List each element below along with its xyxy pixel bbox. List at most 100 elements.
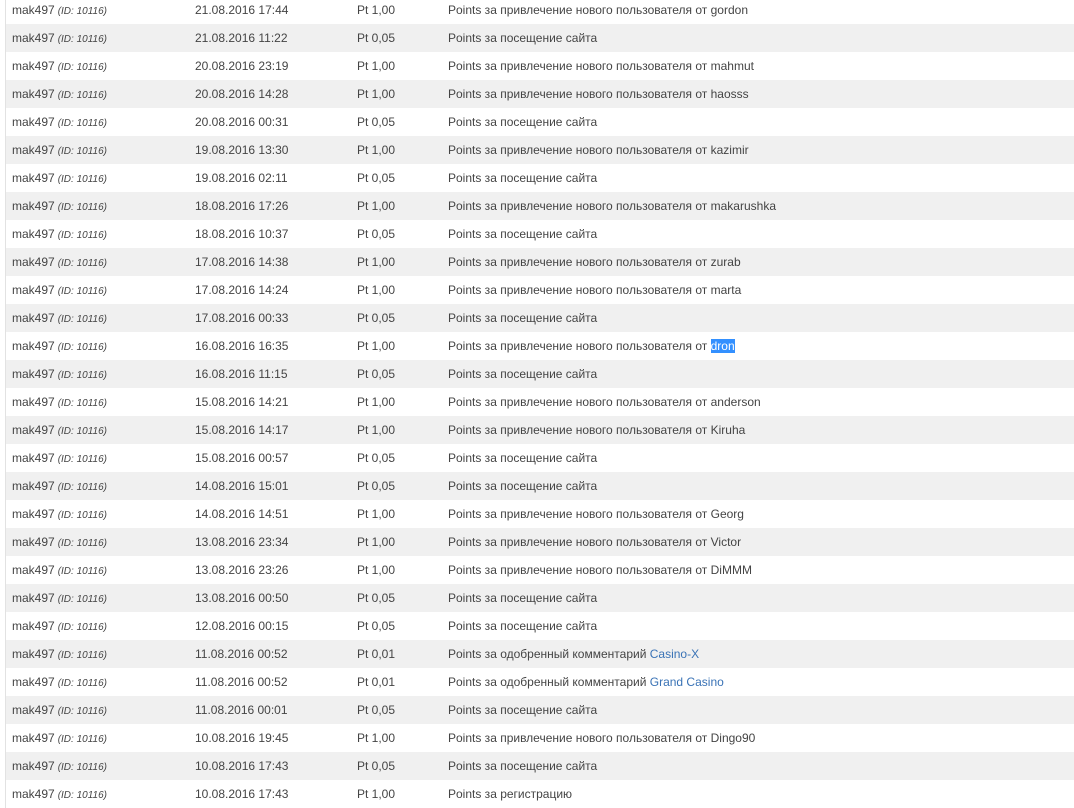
- points-cell: Pt 0,01: [357, 647, 396, 661]
- date-cell: 14.08.2016 14:51: [195, 507, 289, 521]
- username: mak497: [12, 59, 55, 73]
- description-cell: Points за посещение сайта: [448, 619, 1074, 633]
- date-cell: 20.08.2016 00:31: [195, 115, 289, 129]
- date-cell: 15.08.2016 14:21: [195, 395, 289, 409]
- description-text: Points за посещение сайта: [448, 171, 598, 185]
- table-row: mak497 (ID: 10116) 17.08.2016 14:24 Pt 1,00…: [6, 276, 1074, 304]
- user-cell: mak497 (ID: 10116): [6, 199, 195, 213]
- description-text: Points за привлечение нового пользовател…: [448, 395, 708, 409]
- username: mak497: [12, 3, 55, 17]
- points-cell: Pt 1,00: [357, 87, 396, 101]
- description-cell: Points за привлечение нового пользовател…: [448, 339, 1074, 353]
- date-cell: 12.08.2016 00:15: [195, 619, 289, 633]
- description-cell: Points за посещение сайта: [448, 703, 1074, 717]
- description-text: Points за привлечение нового пользовател…: [448, 423, 708, 437]
- user-cell: mak497 (ID: 10116): [6, 311, 195, 325]
- casino-link[interactable]: Grand Casino: [650, 675, 724, 689]
- user-id: (ID: 10116): [57, 230, 107, 241]
- user-cell: mak497 (ID: 10116): [6, 703, 195, 717]
- table-row: mak497 (ID: 10116) 17.08.2016 14:38 Pt 1,00…: [6, 248, 1074, 276]
- user-id: (ID: 10116): [57, 790, 107, 801]
- description-text: Points за посещение сайта: [448, 591, 598, 605]
- date-cell: 15.08.2016 00:57: [195, 451, 289, 465]
- description-text: Points за посещение сайта: [448, 227, 598, 241]
- table-row: mak497 (ID: 10116) 18.08.2016 17:26 Pt 1,00…: [6, 192, 1074, 220]
- description-text: Points за привлечение нового пользовател…: [448, 59, 708, 73]
- points-cell: Pt 0,05: [357, 451, 396, 465]
- description-text: Points за одобренный комментарий: [448, 675, 647, 689]
- user-cell: mak497 (ID: 10116): [6, 619, 195, 633]
- username: mak497: [12, 451, 55, 465]
- referred-username: zurab: [710, 255, 741, 269]
- table-row: mak497 (ID: 10116) 21.08.2016 17:44 Pt 1,00…: [6, 0, 1074, 24]
- date-cell: 17.08.2016 14:24: [195, 283, 289, 297]
- user-id: (ID: 10116): [57, 622, 107, 633]
- username: mak497: [12, 619, 55, 633]
- table-row: mak497 (ID: 10116) 16.08.2016 11:15 Pt 0,05…: [6, 360, 1074, 388]
- description-cell: Points за привлечение нового пользовател…: [448, 423, 1074, 437]
- points-cell: Pt 0,05: [357, 115, 396, 129]
- date-cell: 13.08.2016 23:34: [195, 535, 289, 549]
- points-cell: Pt 0,05: [357, 227, 396, 241]
- user-id: (ID: 10116): [57, 90, 107, 101]
- date-cell: 15.08.2016 14:17: [195, 423, 289, 437]
- user-id: (ID: 10116): [57, 510, 107, 521]
- points-cell: Pt 1,00: [357, 731, 396, 745]
- description-cell: Points за привлечение нового пользовател…: [448, 59, 1074, 73]
- description-text: Points за привлечение нового пользовател…: [448, 87, 708, 101]
- description-cell: Points за привлечение нового пользовател…: [448, 87, 1074, 101]
- description-cell: Points за привлечение нового пользовател…: [448, 395, 1074, 409]
- date-cell: 20.08.2016 23:19: [195, 59, 289, 73]
- referred-username: DiMMM: [710, 563, 752, 577]
- user-id: (ID: 10116): [57, 118, 107, 129]
- date-cell: 21.08.2016 11:22: [195, 31, 288, 45]
- username: mak497: [12, 311, 55, 325]
- date-cell: 16.08.2016 11:15: [195, 367, 288, 381]
- date-cell: 11.08.2016 00:01: [195, 703, 288, 717]
- username: mak497: [12, 367, 55, 381]
- description-text: Points за регистрацию: [448, 787, 573, 801]
- description-text: Points за посещение сайта: [448, 115, 598, 129]
- description-text: Points за привлечение нового пользовател…: [448, 535, 708, 549]
- description-cell: Points за посещение сайта: [448, 367, 1074, 381]
- date-cell: 17.08.2016 00:33: [195, 311, 289, 325]
- user-cell: mak497 (ID: 10116): [6, 227, 195, 241]
- user-id: (ID: 10116): [57, 398, 107, 409]
- username: mak497: [12, 339, 55, 353]
- table-row: mak497 (ID: 10116) 16.08.2016 16:35 Pt 1,00…: [6, 332, 1074, 360]
- username: mak497: [12, 535, 55, 549]
- description-text: Points за посещение сайта: [448, 703, 598, 717]
- user-cell: mak497 (ID: 10116): [6, 535, 195, 549]
- date-cell: 19.08.2016 13:30: [195, 143, 289, 157]
- description-cell: Points за привлечение нового пользовател…: [448, 535, 1074, 549]
- table-row: mak497 (ID: 10116) 10.08.2016 17:43 Pt 1,00…: [6, 780, 1074, 808]
- description-cell: Points за посещение сайта: [448, 31, 1074, 45]
- casino-link[interactable]: Casino-X: [650, 647, 699, 661]
- points-cell: Pt 0,05: [357, 367, 396, 381]
- username: mak497: [12, 255, 55, 269]
- user-id: (ID: 10116): [57, 678, 107, 689]
- points-cell: Pt 0,01: [357, 675, 396, 689]
- table-row: mak497 (ID: 10116) 19.08.2016 13:30 Pt 1,00…: [6, 136, 1074, 164]
- points-cell: Pt 0,05: [357, 479, 396, 493]
- referred-username: marta: [710, 283, 742, 297]
- referred-username: haosss: [710, 87, 749, 101]
- table-row: mak497 (ID: 10116) 15.08.2016 14:21 Pt 1,00…: [6, 388, 1074, 416]
- username: mak497: [12, 423, 55, 437]
- description-text: Points за привлечение нового пользовател…: [448, 283, 708, 297]
- description-cell: Points за привлечение нового пользовател…: [448, 3, 1074, 17]
- points-cell: Pt 1,00: [357, 339, 396, 353]
- username: mak497: [12, 199, 55, 213]
- description-text: Points за посещение сайта: [448, 311, 598, 325]
- description-text: Points за привлечение нового пользовател…: [448, 255, 708, 269]
- points-cell: Pt 1,00: [357, 563, 396, 577]
- description-cell: Points за привлечение нового пользовател…: [448, 283, 1074, 297]
- username: mak497: [12, 227, 55, 241]
- user-cell: mak497 (ID: 10116): [6, 255, 195, 269]
- user-cell: mak497 (ID: 10116): [6, 423, 195, 437]
- username: mak497: [12, 143, 55, 157]
- user-cell: mak497 (ID: 10116): [6, 87, 195, 101]
- date-cell: 17.08.2016 14:38: [195, 255, 289, 269]
- table-row: mak497 (ID: 10116) 20.08.2016 14:28 Pt 1,00…: [6, 80, 1074, 108]
- referred-username: Dingo90: [710, 731, 756, 745]
